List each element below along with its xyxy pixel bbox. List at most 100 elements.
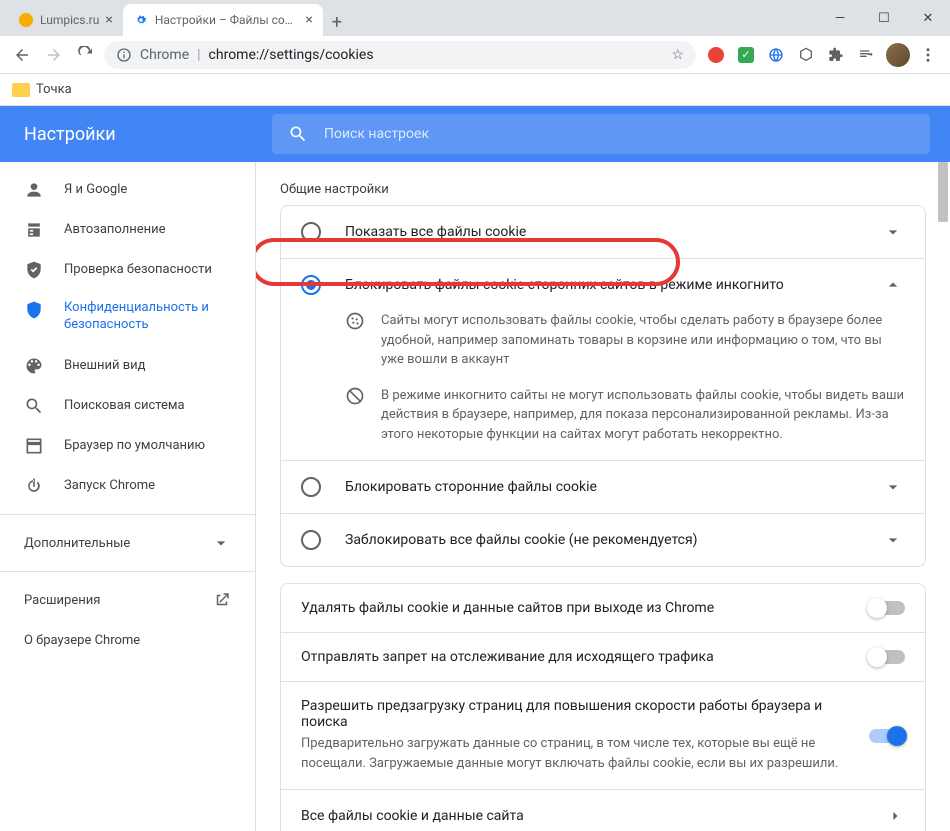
radio-option-block-third-party[interactable]: Блокировать сторонние файлы cookie [281,461,925,513]
ext-icon-puzzle[interactable] [824,43,848,67]
toggle-preload[interactable]: Разрешить предзагрузку страниц для повыш… [281,682,925,789]
ext-icon-readlist[interactable] [854,43,878,67]
toggle-switch[interactable] [869,601,905,615]
sidebar-advanced[interactable]: Дополнительные [0,523,255,563]
power-icon [24,476,44,496]
sidebar-item-startup[interactable]: Запуск Chrome [0,466,255,506]
chevron-down-icon[interactable] [881,475,905,499]
cookie-icon [345,311,365,331]
ext-icon-green[interactable]: ✓ [734,43,758,67]
sidebar-label: Автозаполнение [64,222,166,239]
search-input[interactable] [324,126,914,142]
sidebar-item-you-google[interactable]: Я и Google [0,170,255,210]
ext-icon-cube[interactable] [794,43,818,67]
sidebar-item-autofill[interactable]: Автозаполнение [0,210,255,250]
radio-option-allow-all[interactable]: Показать все файлы cookie [281,206,925,258]
omnibox[interactable]: Chrome | chrome://settings/cookies ☆ [104,41,696,69]
sidebar-item-appearance[interactable]: Внешний вид [0,346,255,386]
radio-option-block-all[interactable]: Заблокировать все файлы cookie (не реком… [281,514,925,566]
external-link-icon [213,591,231,609]
reload-button[interactable] [72,41,100,69]
toggle-label: Удалять файлы cookie и данные сайтов при… [301,600,849,616]
radio-option-block-incognito[interactable]: Блокировать файлы cookie сторонних сайто… [281,259,925,311]
tab-close-icon[interactable]: × [105,12,112,28]
window-controls: — ☐ ✕ [818,0,950,36]
app-body: Я и Google Автозаполнение Проверка безоп… [0,162,950,831]
site-info-icon [116,47,132,63]
url-prefix: Chrome [140,47,189,63]
sidebar-label: О браузере Chrome [24,633,140,648]
separator [0,514,255,515]
radio-label: Заблокировать все файлы cookie (не реком… [345,532,857,548]
toggle-do-not-track[interactable]: Отправлять запрет на отслеживание для ис… [281,633,925,681]
shield-icon [24,300,44,320]
tab-settings[interactable]: Настройки – Файлы cookie и д... × [123,4,323,36]
sidebar-extensions[interactable]: Расширения [0,580,255,620]
radio-icon [301,530,321,550]
sidebar-about[interactable]: О браузере Chrome [0,620,255,660]
settings-search[interactable] [272,114,930,154]
radio-icon [301,275,321,295]
block-icon [345,386,365,406]
cookie-toggles-card: Удалять файлы cookie и данные сайтов при… [280,583,926,831]
sidebar-item-privacy[interactable]: Конфиденциальность и безопасность [0,290,255,346]
settings-app: Настройки Я и Google Автозаполнение Пров… [0,106,950,831]
description-row: Сайты могут использовать файлы cookie, ч… [281,311,925,386]
description-row: В режиме инкогнито сайты не могут исполь… [281,386,925,461]
chevron-right-icon [885,806,905,826]
radio-label: Блокировать сторонние файлы cookie [345,479,857,495]
forward-button[interactable] [40,41,68,69]
main-content: Общие настройки Показать все файлы cooki… [256,162,950,831]
app-title: Настройки [0,124,256,145]
scrollbar[interactable] [938,162,948,831]
toggle-sublabel: Предварительно загружать данные со стран… [301,734,849,773]
sidebar-item-search[interactable]: Поисковая система [0,386,255,426]
person-icon [24,180,44,200]
menu-button[interactable] [914,41,942,69]
toggle-switch[interactable] [869,729,905,743]
sidebar-label: Конфиденциальность и безопасность [64,300,231,334]
bookmark-item[interactable]: Точка [36,82,72,97]
folder-icon [12,83,30,97]
sidebar-item-safety[interactable]: Проверка безопасности [0,250,255,290]
favicon-settings [133,12,149,28]
all-cookie-data-link[interactable]: Все файлы cookie и данные сайта [281,790,925,831]
ext-icon-globe[interactable] [764,43,788,67]
toggle-switch[interactable] [869,650,905,664]
chevron-down-icon[interactable] [881,528,905,552]
description-text: В режиме инкогнито сайты не могут исполь… [381,386,905,445]
new-tab-button[interactable]: + [323,8,351,36]
sidebar-label: Поисковая система [64,398,185,415]
maximize-button[interactable]: ☐ [862,0,906,36]
bookmarks-bar: Точка [0,74,950,106]
radio-icon [301,477,321,497]
toolbar: Chrome | chrome://settings/cookies ☆ ✓ [0,36,950,74]
profile-avatar[interactable] [886,43,910,67]
tab-lumpics[interactable]: Lumpics.ru × [8,4,123,36]
bookmark-star-icon[interactable]: ☆ [671,47,684,63]
toggle-label: Отправлять запрет на отслеживание для ис… [301,649,849,665]
close-window-button[interactable]: ✕ [906,0,950,36]
palette-icon [24,356,44,376]
back-button[interactable] [8,41,36,69]
tab-close-icon[interactable]: × [305,12,312,28]
sidebar-label: Браузер по умолчанию [64,438,205,455]
tab-label: Lumpics.ru [40,13,99,27]
toggle-clear-on-exit[interactable]: Удалять файлы cookie и данные сайтов при… [281,584,925,632]
sidebar-item-default-browser[interactable]: Браузер по умолчанию [0,426,255,466]
chevron-up-icon[interactable] [881,273,905,297]
titlebar: Lumpics.ru × Настройки – Файлы cookie и … [0,0,950,36]
sidebar-label: Проверка безопасности [64,262,212,279]
radio-label: Показать все файлы cookie [345,224,857,240]
minimize-button[interactable]: — [818,0,862,36]
browser-icon [24,436,44,456]
chevron-down-icon [211,533,231,553]
sidebar-label: Я и Google [64,182,127,199]
sidebar-label: Расширения [24,593,100,608]
cookie-options-card: Показать все файлы cookie Блокировать фа… [280,205,926,567]
ext-icon-red[interactable] [704,43,728,67]
chevron-down-icon[interactable] [881,220,905,244]
separator [0,571,255,572]
scrollbar-thumb[interactable] [938,162,948,222]
link-label: Все файлы cookie и данные сайта [301,808,885,824]
